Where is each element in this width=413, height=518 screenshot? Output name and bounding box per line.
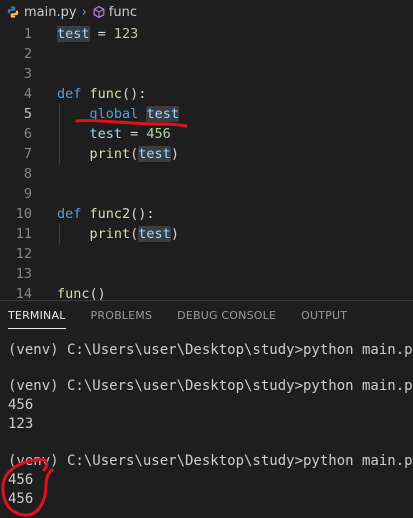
terminal[interactable]: (venv) C:\Users\user\Desktop\study>pytho… bbox=[0, 333, 413, 518]
code-token: test bbox=[138, 146, 171, 162]
panel-tabs: TERMINAL PROBLEMS DEBUG CONSOLE OUTPUT bbox=[0, 301, 413, 333]
code-line[interactable]: 9 bbox=[0, 184, 413, 204]
line-number: 6 bbox=[23, 126, 32, 142]
code-token: ) bbox=[170, 146, 179, 162]
line-number: 5 bbox=[23, 106, 32, 122]
terminal-line: 456 bbox=[8, 397, 34, 413]
code-token: def bbox=[57, 206, 90, 222]
code-token: = bbox=[89, 26, 114, 42]
tab-output[interactable]: OUTPUT bbox=[301, 301, 347, 333]
line-number: 1 bbox=[23, 26, 32, 42]
code-token: test bbox=[89, 126, 123, 142]
code-line[interactable]: 6 test = 456 bbox=[0, 124, 413, 144]
code-text: print(test) bbox=[57, 224, 179, 244]
code-token: def bbox=[57, 86, 90, 102]
code-text: def func(): bbox=[57, 84, 146, 104]
code-line[interactable]: 1 test = 123 bbox=[0, 24, 413, 44]
code-line[interactable]: 10 def func2(): bbox=[0, 204, 413, 224]
code-text: global test bbox=[57, 104, 179, 124]
code-token: global bbox=[89, 106, 139, 122]
code-token: test bbox=[146, 106, 179, 122]
code-token: print bbox=[89, 146, 131, 162]
terminal-line: (venv) C:\Users\user\Desktop\study>pytho… bbox=[8, 453, 413, 469]
terminal-line: 123 bbox=[8, 416, 34, 432]
code-line[interactable]: 7 print(test) bbox=[0, 144, 413, 164]
code-token: 456 bbox=[146, 126, 171, 142]
terminal-line: (venv) C:\Users\user\Desktop\study>pytho… bbox=[8, 378, 413, 394]
line-number: 10 bbox=[15, 206, 32, 222]
code-token: print bbox=[89, 226, 131, 242]
code-token: test bbox=[57, 26, 90, 42]
terminal-line: (venv) C:\Users\user\Desktop\study>pytho… bbox=[8, 342, 413, 358]
breadcrumb-symbol[interactable]: func bbox=[109, 5, 137, 20]
code-text: print(test) bbox=[57, 144, 179, 164]
code-text: test = 456 bbox=[57, 124, 171, 144]
code-token: func2 bbox=[89, 206, 131, 222]
code-line[interactable]: 8 bbox=[0, 164, 413, 184]
line-number: 12 bbox=[15, 246, 32, 262]
code-line[interactable]: 2 bbox=[0, 44, 413, 64]
line-number: 3 bbox=[23, 66, 32, 82]
breadcrumb: main.py › func bbox=[0, 0, 413, 24]
line-number: 2 bbox=[23, 46, 32, 62]
code-editor[interactable]: 1 test = 123 2 3 4 def func(): 5 global test 6 … bbox=[0, 24, 413, 302]
tab-problems[interactable]: PROBLEMS bbox=[91, 301, 153, 333]
code-token: (): bbox=[122, 86, 147, 102]
breadcrumb-file[interactable]: main.py bbox=[24, 5, 77, 20]
line-number: 7 bbox=[23, 146, 32, 162]
function-symbol-icon bbox=[93, 5, 105, 19]
line-number: 4 bbox=[23, 86, 32, 102]
line-number: 9 bbox=[23, 186, 32, 202]
line-number: 8 bbox=[23, 166, 32, 182]
code-token: 123 bbox=[113, 26, 139, 42]
tab-debug-console[interactable]: DEBUG CONSOLE bbox=[177, 301, 276, 333]
code-text: def func2(): bbox=[57, 204, 155, 224]
breadcrumb-separator: › bbox=[81, 4, 87, 20]
code-line[interactable]: 12 bbox=[0, 244, 413, 264]
terminal-line: 456 bbox=[8, 491, 34, 507]
code-text: test = 123 bbox=[57, 24, 138, 44]
tab-terminal[interactable]: TERMINAL bbox=[8, 301, 66, 333]
code-token: (): bbox=[130, 206, 155, 222]
line-number: 13 bbox=[15, 266, 32, 282]
code-token: func bbox=[89, 86, 123, 102]
code-token: = bbox=[122, 126, 147, 142]
code-line[interactable]: 5 global test bbox=[0, 104, 413, 124]
code-line[interactable]: 13 bbox=[0, 264, 413, 284]
code-token: ) bbox=[170, 226, 179, 242]
python-file-icon bbox=[7, 6, 19, 18]
code-token: test bbox=[138, 226, 171, 242]
terminal-line: 456 bbox=[8, 472, 34, 488]
code-line[interactable]: 11 print(test) bbox=[0, 224, 413, 244]
code-line[interactable]: 3 bbox=[0, 64, 413, 84]
line-number: 11 bbox=[15, 226, 32, 242]
code-line[interactable]: 4 def func(): bbox=[0, 84, 413, 104]
